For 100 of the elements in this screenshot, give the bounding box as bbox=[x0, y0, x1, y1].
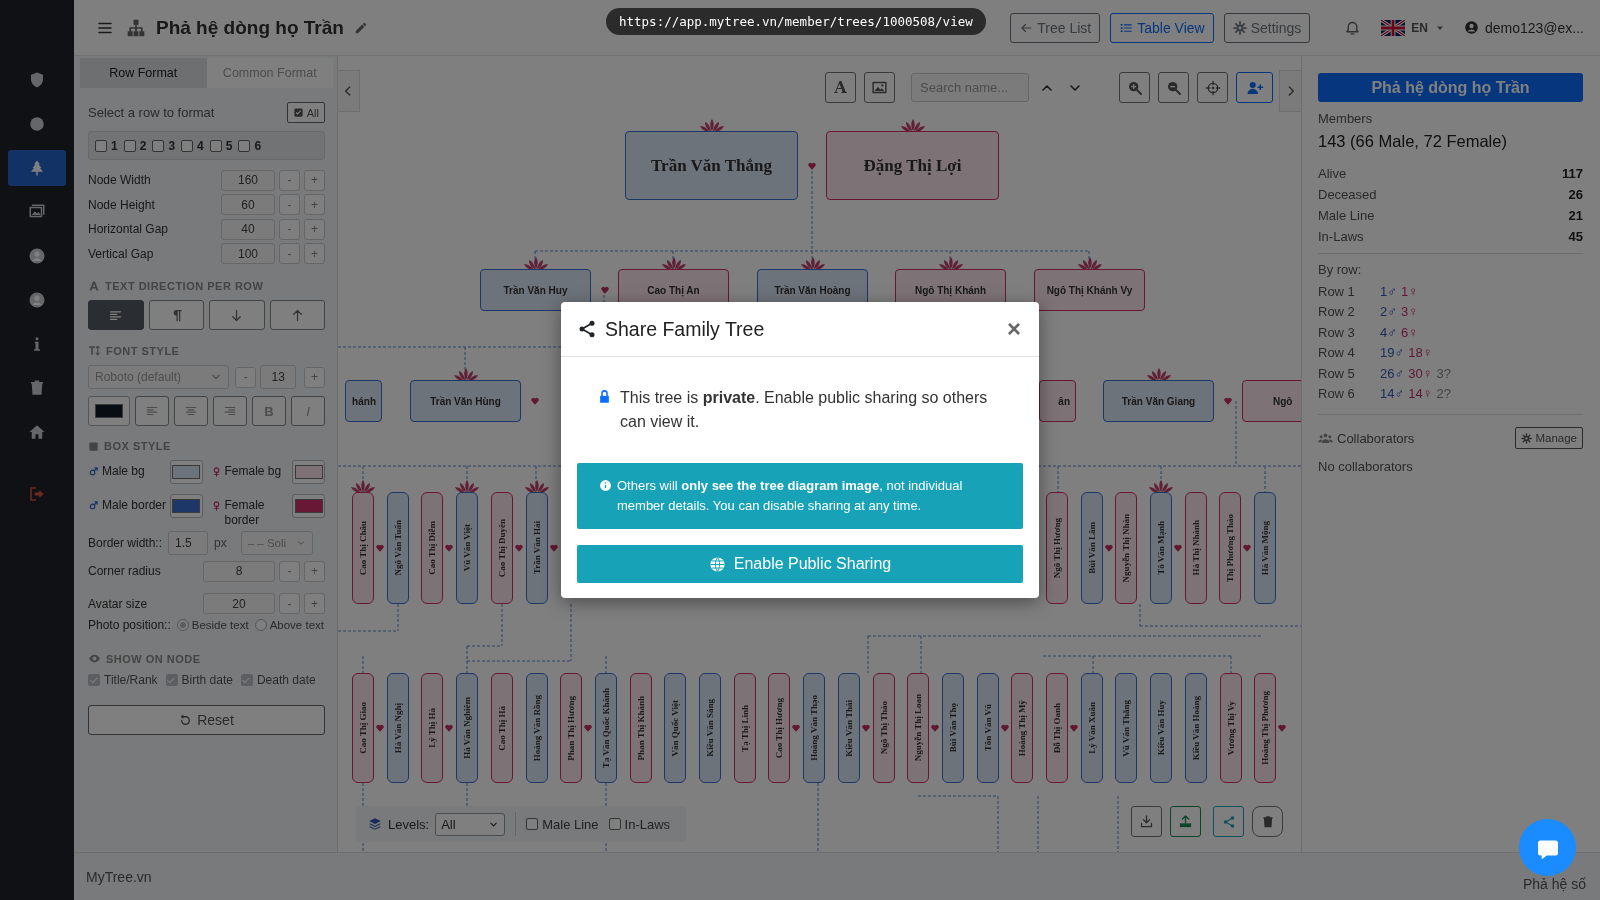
color-swatch[interactable] bbox=[169, 460, 203, 484]
checkbox[interactable] bbox=[240, 674, 253, 686]
person-node[interactable]: hánh bbox=[345, 380, 382, 422]
person-node[interactable]: Đặng Thị Lợi bbox=[826, 131, 999, 200]
decrease-button[interactable]: - bbox=[279, 593, 300, 615]
decrease-button[interactable]: - bbox=[279, 560, 300, 582]
person-node[interactable]: Cao Thị Diễm bbox=[421, 492, 443, 604]
upload-button[interactable] bbox=[1170, 806, 1201, 837]
color-swatch[interactable] bbox=[292, 494, 325, 518]
person-node[interactable]: Cao Thị Châu bbox=[352, 492, 374, 604]
person-node[interactable]: ân bbox=[1039, 380, 1076, 422]
color-swatch[interactable] bbox=[292, 460, 325, 484]
increase-button[interactable]: + bbox=[304, 243, 325, 265]
row-checkbox[interactable]: 4 bbox=[181, 138, 204, 153]
person-node[interactable]: Văn Quốc Việt bbox=[664, 673, 687, 783]
manage-button[interactable]: Manage bbox=[1515, 427, 1583, 449]
person-node[interactable]: Vũ Văn Việt bbox=[456, 492, 478, 604]
person-node[interactable]: Lý Văn Xuân bbox=[1080, 673, 1103, 783]
person-node[interactable]: Ngô Thị Hương bbox=[1046, 492, 1068, 604]
person-node[interactable]: Bùi Văn Thọ bbox=[941, 673, 964, 783]
person-node[interactable]: Vương Thị Vy bbox=[1219, 673, 1242, 783]
direction-button[interactable] bbox=[209, 300, 265, 330]
language-selector[interactable]: EN bbox=[1409, 18, 1430, 37]
checkbox[interactable] bbox=[95, 139, 107, 152]
person-node[interactable]: Ngô Văn Tuấn bbox=[387, 492, 409, 604]
person-node[interactable]: Ngô Thị Thảo bbox=[872, 673, 895, 783]
number-field[interactable]: 40 bbox=[221, 218, 275, 240]
number-field[interactable]: 8 bbox=[203, 560, 275, 582]
checkbox-option[interactable]: Title/Rank bbox=[88, 673, 158, 687]
filter-checkbox[interactable]: Male Line bbox=[526, 816, 599, 832]
person-node[interactable]: Trần Văn Hùng bbox=[410, 380, 521, 422]
person-node[interactable]: Hoàng Văn Thạo bbox=[803, 673, 826, 783]
person-node[interactable]: Phan Thị Hương bbox=[560, 673, 583, 783]
decrease-button[interactable]: - bbox=[279, 243, 300, 265]
align-center-button[interactable] bbox=[174, 396, 208, 426]
color-swatch[interactable] bbox=[169, 494, 203, 518]
decrease-button[interactable]: - bbox=[235, 366, 257, 388]
image-button[interactable] bbox=[864, 72, 895, 103]
checkbox[interactable] bbox=[209, 139, 222, 152]
person-node[interactable]: Nguyễn Thị Nhàn bbox=[1115, 492, 1137, 604]
toolbar-button[interactable]: Table View bbox=[1110, 12, 1214, 43]
border-width-field[interactable]: 1.5 bbox=[168, 531, 209, 555]
decrease-button[interactable]: - bbox=[279, 194, 300, 216]
row-checkbox[interactable]: 1 bbox=[95, 138, 118, 153]
person-node[interactable]: Hoàng Thị Phương bbox=[1254, 673, 1277, 783]
radio-option[interactable]: Above text bbox=[254, 619, 324, 631]
levels-dropdown[interactable]: All bbox=[435, 812, 506, 836]
person-node[interactable]: Trần Văn Giang bbox=[1103, 380, 1214, 422]
radio-button[interactable] bbox=[176, 619, 189, 631]
zoom-in-button[interactable] bbox=[1119, 72, 1150, 103]
person-node[interactable]: Ngô Thị Khánh Vy bbox=[1034, 269, 1145, 311]
direction-button[interactable] bbox=[88, 300, 144, 330]
person-node[interactable]: Trần Văn Thắng bbox=[625, 131, 798, 200]
person-node[interactable]: Lý Thị Hà bbox=[421, 673, 444, 783]
decrease-button[interactable]: - bbox=[279, 218, 300, 240]
person-node[interactable]: Thị Phương Thảo bbox=[1219, 492, 1241, 604]
person-node[interactable]: Nguyễn Thị Loan bbox=[907, 673, 930, 783]
person-node[interactable]: Hoàng Văn Rồng bbox=[525, 673, 548, 783]
zoom-out-button[interactable] bbox=[1158, 72, 1189, 103]
enable-sharing-button[interactable]: Enable Public Sharing bbox=[577, 545, 1023, 583]
align-left-button[interactable] bbox=[135, 396, 169, 426]
text-color-button[interactable] bbox=[88, 396, 130, 426]
select-all-button[interactable]: All bbox=[286, 102, 325, 123]
increase-button[interactable]: + bbox=[304, 194, 325, 216]
number-field[interactable]: 160 bbox=[221, 169, 275, 191]
person-node[interactable]: Hà Thị Nhành bbox=[1185, 492, 1207, 604]
number-field[interactable]: 100 bbox=[221, 243, 275, 265]
person-node[interactable]: Cao Thị Hà bbox=[490, 673, 513, 783]
person-node[interactable]: Đỗ Thị Oanh bbox=[1046, 673, 1068, 783]
reset-button[interactable]: Reset bbox=[88, 705, 325, 735]
radio-button[interactable] bbox=[254, 619, 267, 631]
checkbox[interactable] bbox=[608, 818, 621, 830]
person-node[interactable]: Hà Văn Nghiêm bbox=[456, 673, 479, 783]
checkbox[interactable] bbox=[123, 139, 136, 152]
checkbox-option[interactable]: Birth date bbox=[165, 673, 233, 687]
increase-button[interactable]: + bbox=[304, 169, 325, 191]
toolbar-button[interactable]: Settings bbox=[1223, 12, 1311, 43]
delete-button[interactable] bbox=[1252, 806, 1283, 837]
person-node[interactable]: Kiều Văn Sáng bbox=[699, 673, 721, 783]
person-node[interactable]: Cao Thị Hương bbox=[768, 673, 791, 783]
person-node[interactable]: Tạ Văn Quốc Khánh bbox=[594, 673, 617, 783]
checkbox[interactable] bbox=[238, 139, 251, 152]
person-node[interactable]: Kiều Văn Huy bbox=[1150, 673, 1173, 783]
person-node[interactable]: Kiều Văn Hoàng bbox=[1184, 673, 1207, 783]
person-node[interactable]: Trần Văn Hải bbox=[526, 492, 548, 604]
center-button[interactable] bbox=[1197, 72, 1228, 103]
close-button[interactable]: × bbox=[1005, 317, 1023, 341]
person-node[interactable]: Hoàng Thị Mỹ bbox=[1011, 673, 1034, 783]
checkbox[interactable] bbox=[152, 139, 165, 152]
align-right-button[interactable] bbox=[213, 396, 247, 426]
checkbox-option[interactable]: Death date bbox=[240, 673, 316, 687]
checkbox[interactable] bbox=[181, 139, 194, 152]
number-field[interactable]: 20 bbox=[203, 593, 275, 615]
person-node[interactable]: Hà Văn Mộng bbox=[1254, 492, 1276, 604]
person-node[interactable]: Vũ Văn Thắng bbox=[1115, 673, 1138, 783]
font-size-field[interactable]: 13 bbox=[260, 365, 297, 389]
direction-button[interactable] bbox=[269, 300, 325, 330]
person-node[interactable]: Tô Văn Mạnh bbox=[1150, 492, 1172, 604]
add-person-button[interactable] bbox=[1236, 72, 1273, 103]
row-checkbox[interactable]: 3 bbox=[152, 138, 176, 153]
